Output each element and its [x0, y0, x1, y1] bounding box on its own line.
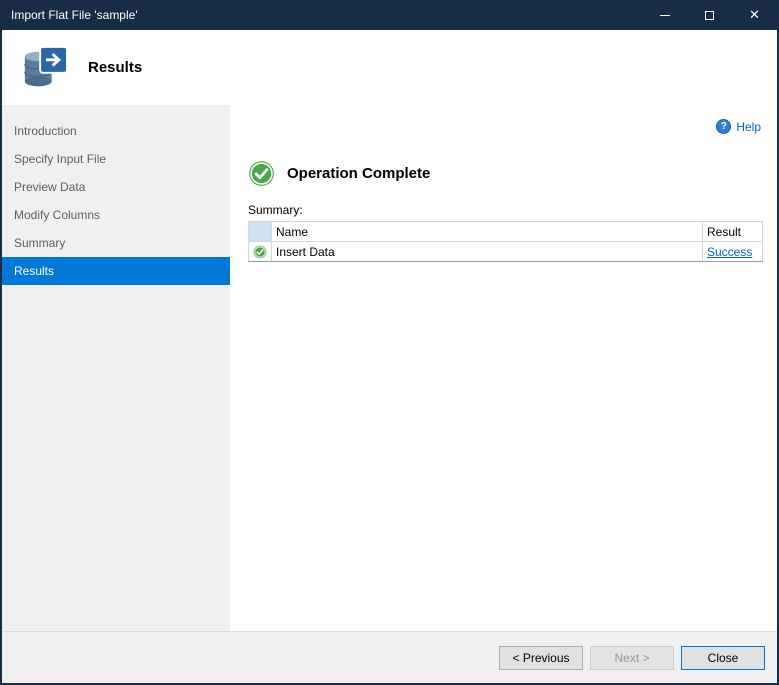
- close-wizard-button[interactable]: Close: [681, 645, 765, 670]
- wizard-steps-sidebar: Introduction Specify Input File Preview …: [2, 105, 230, 631]
- import-flat-file-icon: [18, 45, 70, 91]
- title-bar: Import Flat File 'sample' ✕: [2, 0, 777, 30]
- minimize-icon: [659, 14, 670, 16]
- help-label: Help: [736, 119, 761, 134]
- minimize-button[interactable]: [642, 0, 687, 30]
- wizard-footer: < Previous Next > Close: [2, 631, 777, 683]
- previous-button[interactable]: < Previous: [499, 645, 583, 670]
- close-icon: ✕: [749, 7, 760, 22]
- page-title: Results: [88, 59, 143, 76]
- next-button: Next >: [590, 645, 674, 670]
- operation-complete-banner: Operation Complete: [248, 160, 763, 187]
- results-content: ? Help Operation Complete Summary: Name …: [230, 105, 777, 631]
- status-title: Operation Complete: [287, 165, 431, 182]
- window-title: Import Flat File 'sample': [11, 8, 138, 22]
- help-icon: ?: [716, 119, 732, 134]
- help-link[interactable]: ? Help: [716, 119, 761, 134]
- result-column-header: Result: [702, 221, 763, 242]
- wizard-window: Import Flat File 'sample' ✕ Results Intr…: [0, 0, 779, 685]
- window-controls: ✕: [642, 0, 777, 30]
- sidebar-item-preview-data[interactable]: Preview Data: [2, 173, 230, 201]
- maximize-button[interactable]: [687, 0, 732, 30]
- sidebar-item-specify-input-file[interactable]: Specify Input File: [2, 145, 230, 173]
- wizard-body: Introduction Specify Input File Preview …: [2, 105, 777, 631]
- row-success-check-icon: [253, 245, 267, 259]
- summary-table: Name Result Insert Data Success: [248, 221, 763, 262]
- summary-label: Summary:: [248, 203, 303, 217]
- row-name-cell: Insert Data: [271, 241, 703, 262]
- name-column-header: Name: [271, 221, 703, 242]
- maximize-icon: [705, 10, 714, 20]
- sidebar-item-modify-columns[interactable]: Modify Columns: [2, 201, 230, 229]
- row-result-cell: Success: [702, 241, 763, 262]
- status-column-header: [248, 221, 272, 242]
- row-status-cell: [248, 241, 272, 262]
- sidebar-item-results[interactable]: Results: [2, 257, 230, 285]
- close-button[interactable]: ✕: [732, 0, 777, 30]
- success-result-link[interactable]: Success: [707, 245, 752, 259]
- table-row: Insert Data Success: [248, 241, 763, 262]
- summary-table-header-row: Name Result: [248, 221, 763, 242]
- success-check-icon: [248, 160, 275, 187]
- sidebar-item-summary[interactable]: Summary: [2, 229, 230, 257]
- page-header: Results: [2, 30, 777, 105]
- sidebar-item-introduction[interactable]: Introduction: [2, 117, 230, 145]
